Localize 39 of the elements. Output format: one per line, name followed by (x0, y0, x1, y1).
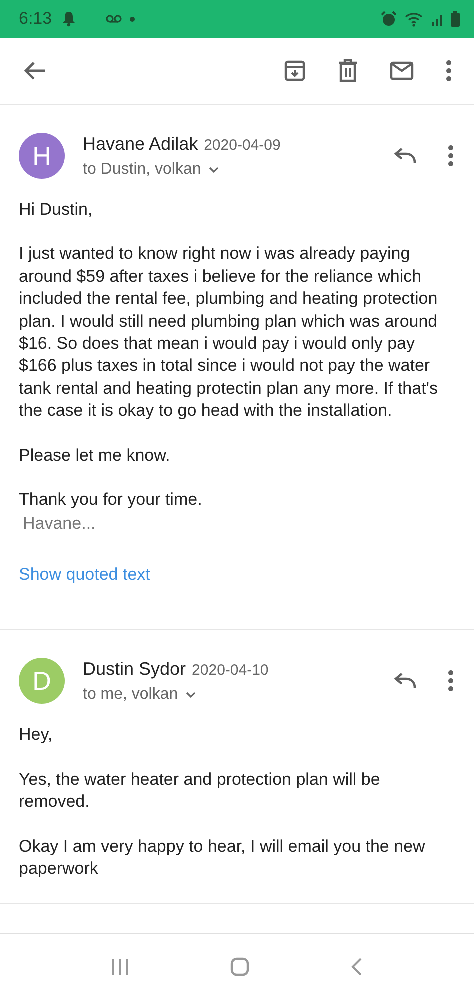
recipients-toggle[interactable]: to Dustin, volkan (83, 160, 368, 178)
message-paragraph: I just wanted to know right now i was already paying around $59 after taxes i believe for the reliance which included the rental fee, plumbing and heating protection plan. I would still need plumbing plan which was around $16. So does that mean i would pay i would only pay $166 plus taxes in total since i would not pay the water tank rental and heating protectin plan any more. If that's the case it is okay to go head with the installation. (19, 243, 440, 422)
archive-icon (284, 60, 306, 82)
message-paragraph: Okay I am very happy to hear, I will email you the new paperwork (19, 836, 426, 880)
more-vert-icon (448, 670, 454, 692)
recipients-toggle[interactable]: to me, volkan (83, 686, 368, 704)
trash-icon (338, 59, 358, 83)
sender-name: Havane Adilak (83, 134, 198, 154)
sender-name: Dustin Sydor (83, 658, 186, 680)
envelope-icon (390, 61, 414, 81)
message-date: 2020-04-09 (204, 136, 281, 154)
message-date: 2020-04-10 (192, 662, 269, 679)
more-vert-icon (448, 145, 454, 167)
reply-icon (394, 147, 416, 165)
wifi-icon (405, 12, 423, 26)
message-paragraph: Please let me know. (19, 444, 172, 467)
signature: Havane... (23, 513, 97, 536)
chevron-down-icon (209, 166, 220, 172)
home-icon (230, 957, 250, 977)
battery-icon (451, 11, 460, 27)
voicemail-icon (106, 14, 122, 24)
clock-time: 6:13 (19, 9, 52, 29)
reply-icon (394, 672, 416, 690)
message-paragraph: Yes, the water heater and protection plan will be removed. (19, 768, 382, 814)
recents-icon (110, 958, 129, 976)
bell-icon (62, 11, 76, 27)
message-paragraph: Hi Dustin, (19, 199, 94, 221)
show-quoted-link[interactable]: Show quoted text (19, 565, 150, 586)
message-paragraph: Thank you for your time. (19, 489, 204, 512)
message-paragraph: Hey, (19, 724, 54, 746)
dot-icon (130, 16, 136, 22)
avatar: H (19, 133, 65, 179)
chevron-down-icon (186, 692, 196, 698)
signal-icon (431, 12, 443, 26)
alarm-icon (381, 11, 397, 27)
chevron-left-icon (351, 958, 364, 976)
avatar: D (19, 658, 65, 704)
back-arrow-icon (24, 61, 46, 81)
more-vert-icon (446, 60, 452, 82)
